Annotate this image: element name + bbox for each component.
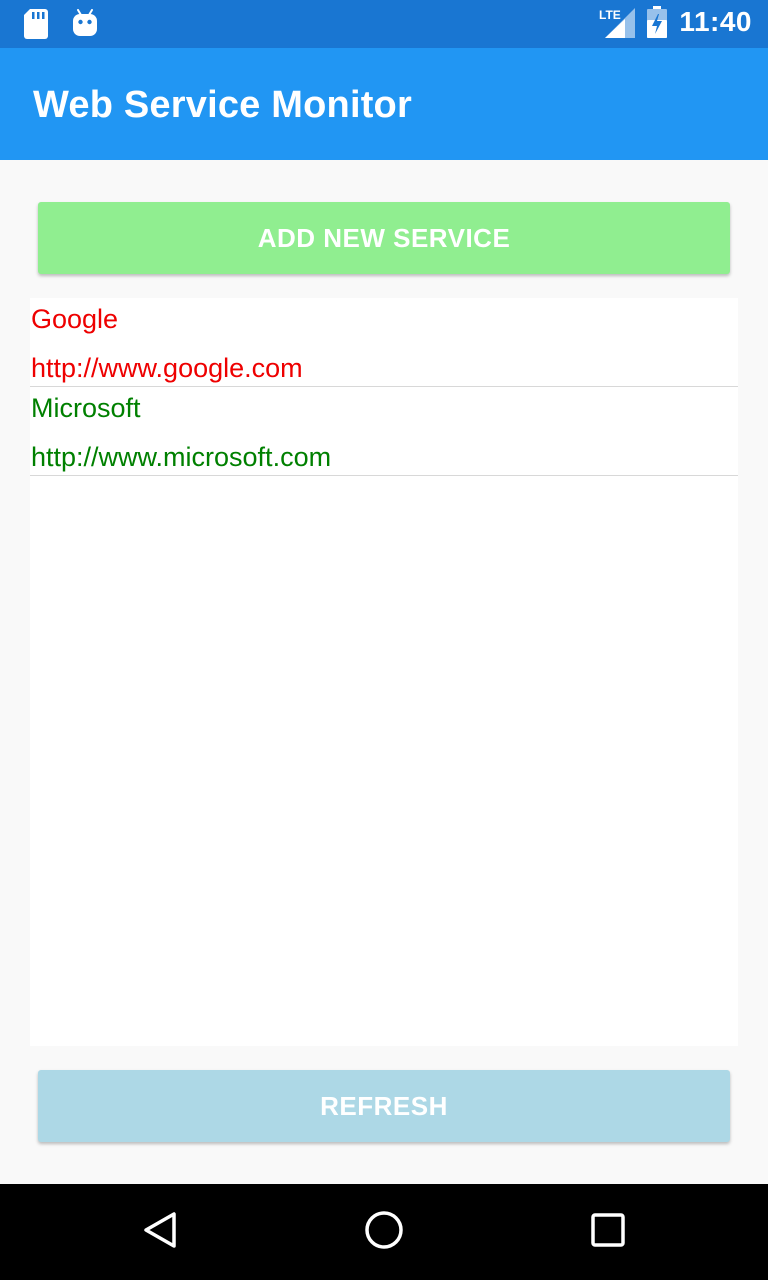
service-list[interactable]: Google http://www.google.com Microsoft h… [30,298,738,1046]
recents-icon [590,1212,626,1253]
battery-icon [647,6,668,38]
service-name: Microsoft [31,393,141,423]
navigation-bar [0,1184,768,1280]
sd-card-icon [24,9,48,39]
android-icon [72,9,98,39]
back-icon [142,1211,178,1254]
home-button[interactable] [360,1208,408,1256]
add-new-service-label: ADD NEW SERVICE [257,222,511,253]
status-bar: LTE 11:40 [0,0,768,48]
list-item[interactable]: Google http://www.google.com [30,298,738,387]
clock: 11:40 [679,6,752,37]
lte-signal-icon: LTE [599,6,636,38]
service-url: http://www.google.com [31,353,303,383]
page-title: Web Service Monitor [33,84,412,126]
list-item[interactable]: Microsoft http://www.microsoft.com [30,387,738,476]
add-new-service-button[interactable]: ADD NEW SERVICE [38,202,730,274]
app-bar: Web Service Monitor [0,48,768,160]
refresh-label: REFRESH [320,1090,448,1121]
back-button[interactable] [136,1208,184,1256]
recents-button[interactable] [584,1208,632,1256]
network-type-label: LTE [599,8,621,22]
refresh-button[interactable]: REFRESH [38,1070,730,1142]
home-icon [364,1210,404,1255]
service-url: http://www.microsoft.com [31,442,332,472]
service-name: Google [31,304,119,334]
